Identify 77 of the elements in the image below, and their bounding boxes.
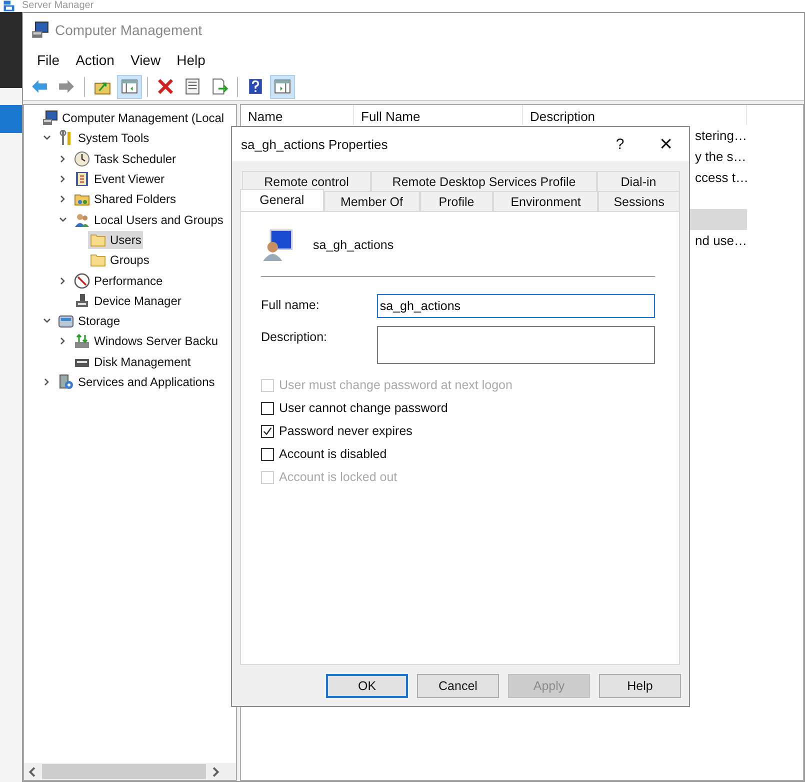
clock-icon: [74, 150, 90, 167]
table-cell: y the s…: [695, 149, 746, 164]
window-title: Computer Management: [55, 22, 202, 38]
pane-icon: [121, 78, 138, 95]
gauge-icon: [74, 272, 90, 289]
close-button[interactable]: ×: [643, 129, 689, 159]
checkbox-label: User must change password at next logon: [279, 378, 512, 392]
tab[interactable]: General: [240, 189, 324, 211]
dialog-button: Apply: [508, 674, 590, 698]
description-field[interactable]: [376, 326, 655, 364]
checkbox[interactable]: [261, 448, 274, 460]
help-button[interactable]: ?: [597, 129, 643, 159]
tab[interactable]: Remote control: [242, 171, 371, 191]
tab[interactable]: Member Of: [324, 191, 420, 211]
column-header[interactable]: Full Name: [354, 105, 523, 125]
export-icon: [211, 78, 228, 95]
event-log-icon: [74, 171, 90, 188]
tree-item[interactable]: Windows Server Backu: [72, 332, 220, 350]
tree-item[interactable]: Computer Management (Local: [40, 109, 226, 128]
help-icon: [247, 78, 264, 95]
tab[interactable]: Sessions: [598, 191, 680, 211]
tree-item[interactable]: Groups: [88, 251, 152, 270]
dialog-button[interactable]: Help: [599, 674, 681, 698]
checkbox[interactable]: [261, 424, 274, 438]
column-header[interactable]: Description: [523, 105, 747, 125]
field-label: Description:: [261, 329, 328, 344]
checkbox[interactable]: [261, 402, 274, 414]
tree-item[interactable]: System Tools: [56, 129, 152, 148]
tree-item[interactable]: Task Scheduler: [72, 150, 178, 168]
user-name: sa_gh_actions: [313, 238, 394, 252]
tab[interactable]: Profile: [420, 191, 494, 211]
menu-item[interactable]: Help: [168, 50, 214, 70]
horizontal-scrollbar[interactable]: [24, 763, 236, 780]
folder-icon: [90, 252, 106, 268]
forward-arrow-icon: [58, 78, 75, 95]
tree-item[interactable]: Performance: [72, 272, 165, 290]
input-field[interactable]: sa_gh_actions: [376, 294, 655, 318]
column-header[interactable]: Name: [241, 105, 354, 125]
tree-item[interactable]: Device Manager: [72, 292, 184, 310]
checkbox-label: User cannot change password: [279, 401, 448, 415]
services-icon: [58, 374, 74, 390]
window-title: Server Manager: [22, 0, 94, 12]
folder-icon: [90, 232, 106, 248]
tree-item[interactable]: Storage: [56, 312, 122, 330]
dialog-button[interactable]: Cancel: [417, 674, 499, 698]
users-icon: [74, 212, 90, 228]
dialog-button[interactable]: OK: [326, 674, 408, 698]
computer-icon: [31, 20, 49, 38]
scrollbar-thumb[interactable]: [42, 764, 206, 779]
tab[interactable]: Remote Desktop Services Profile: [371, 171, 597, 191]
tree-item[interactable]: Disk Management: [72, 352, 193, 371]
tree-item[interactable]: Services and Applications: [56, 373, 217, 391]
device-icon: [74, 292, 90, 309]
tab[interactable]: Dial-in: [597, 171, 680, 191]
tree-item[interactable]: Users: [88, 230, 144, 249]
console-tree-button[interactable]: [117, 74, 142, 98]
checkbox-label: Account is disabled: [279, 447, 387, 461]
backup-icon: [74, 333, 90, 350]
field-label: Full name:: [261, 297, 320, 312]
checkbox-label: Password never expires: [279, 424, 412, 438]
tree-item[interactable]: Shared Folders: [72, 190, 178, 208]
pane-icon: [274, 78, 291, 95]
dialog-title: sa_gh_actions Properties: [241, 136, 388, 152]
checkbox-label: Account is locked out: [279, 470, 398, 484]
tree-item[interactable]: Local Users and Groups: [72, 210, 226, 229]
properties-icon: [184, 78, 201, 95]
storage-icon: [58, 313, 74, 330]
menu-item[interactable]: File: [29, 50, 68, 70]
action-pane-button[interactable]: [270, 74, 295, 98]
menu-item[interactable]: View: [122, 50, 169, 70]
menu-item[interactable]: Action: [68, 50, 122, 70]
back-arrow-icon: [31, 78, 48, 95]
tree-item[interactable]: Event Viewer: [72, 170, 166, 188]
computer-icon: [42, 110, 58, 126]
tab[interactable]: Environment: [493, 191, 598, 211]
delete-icon: [157, 78, 174, 95]
user-icon: [261, 228, 295, 262]
